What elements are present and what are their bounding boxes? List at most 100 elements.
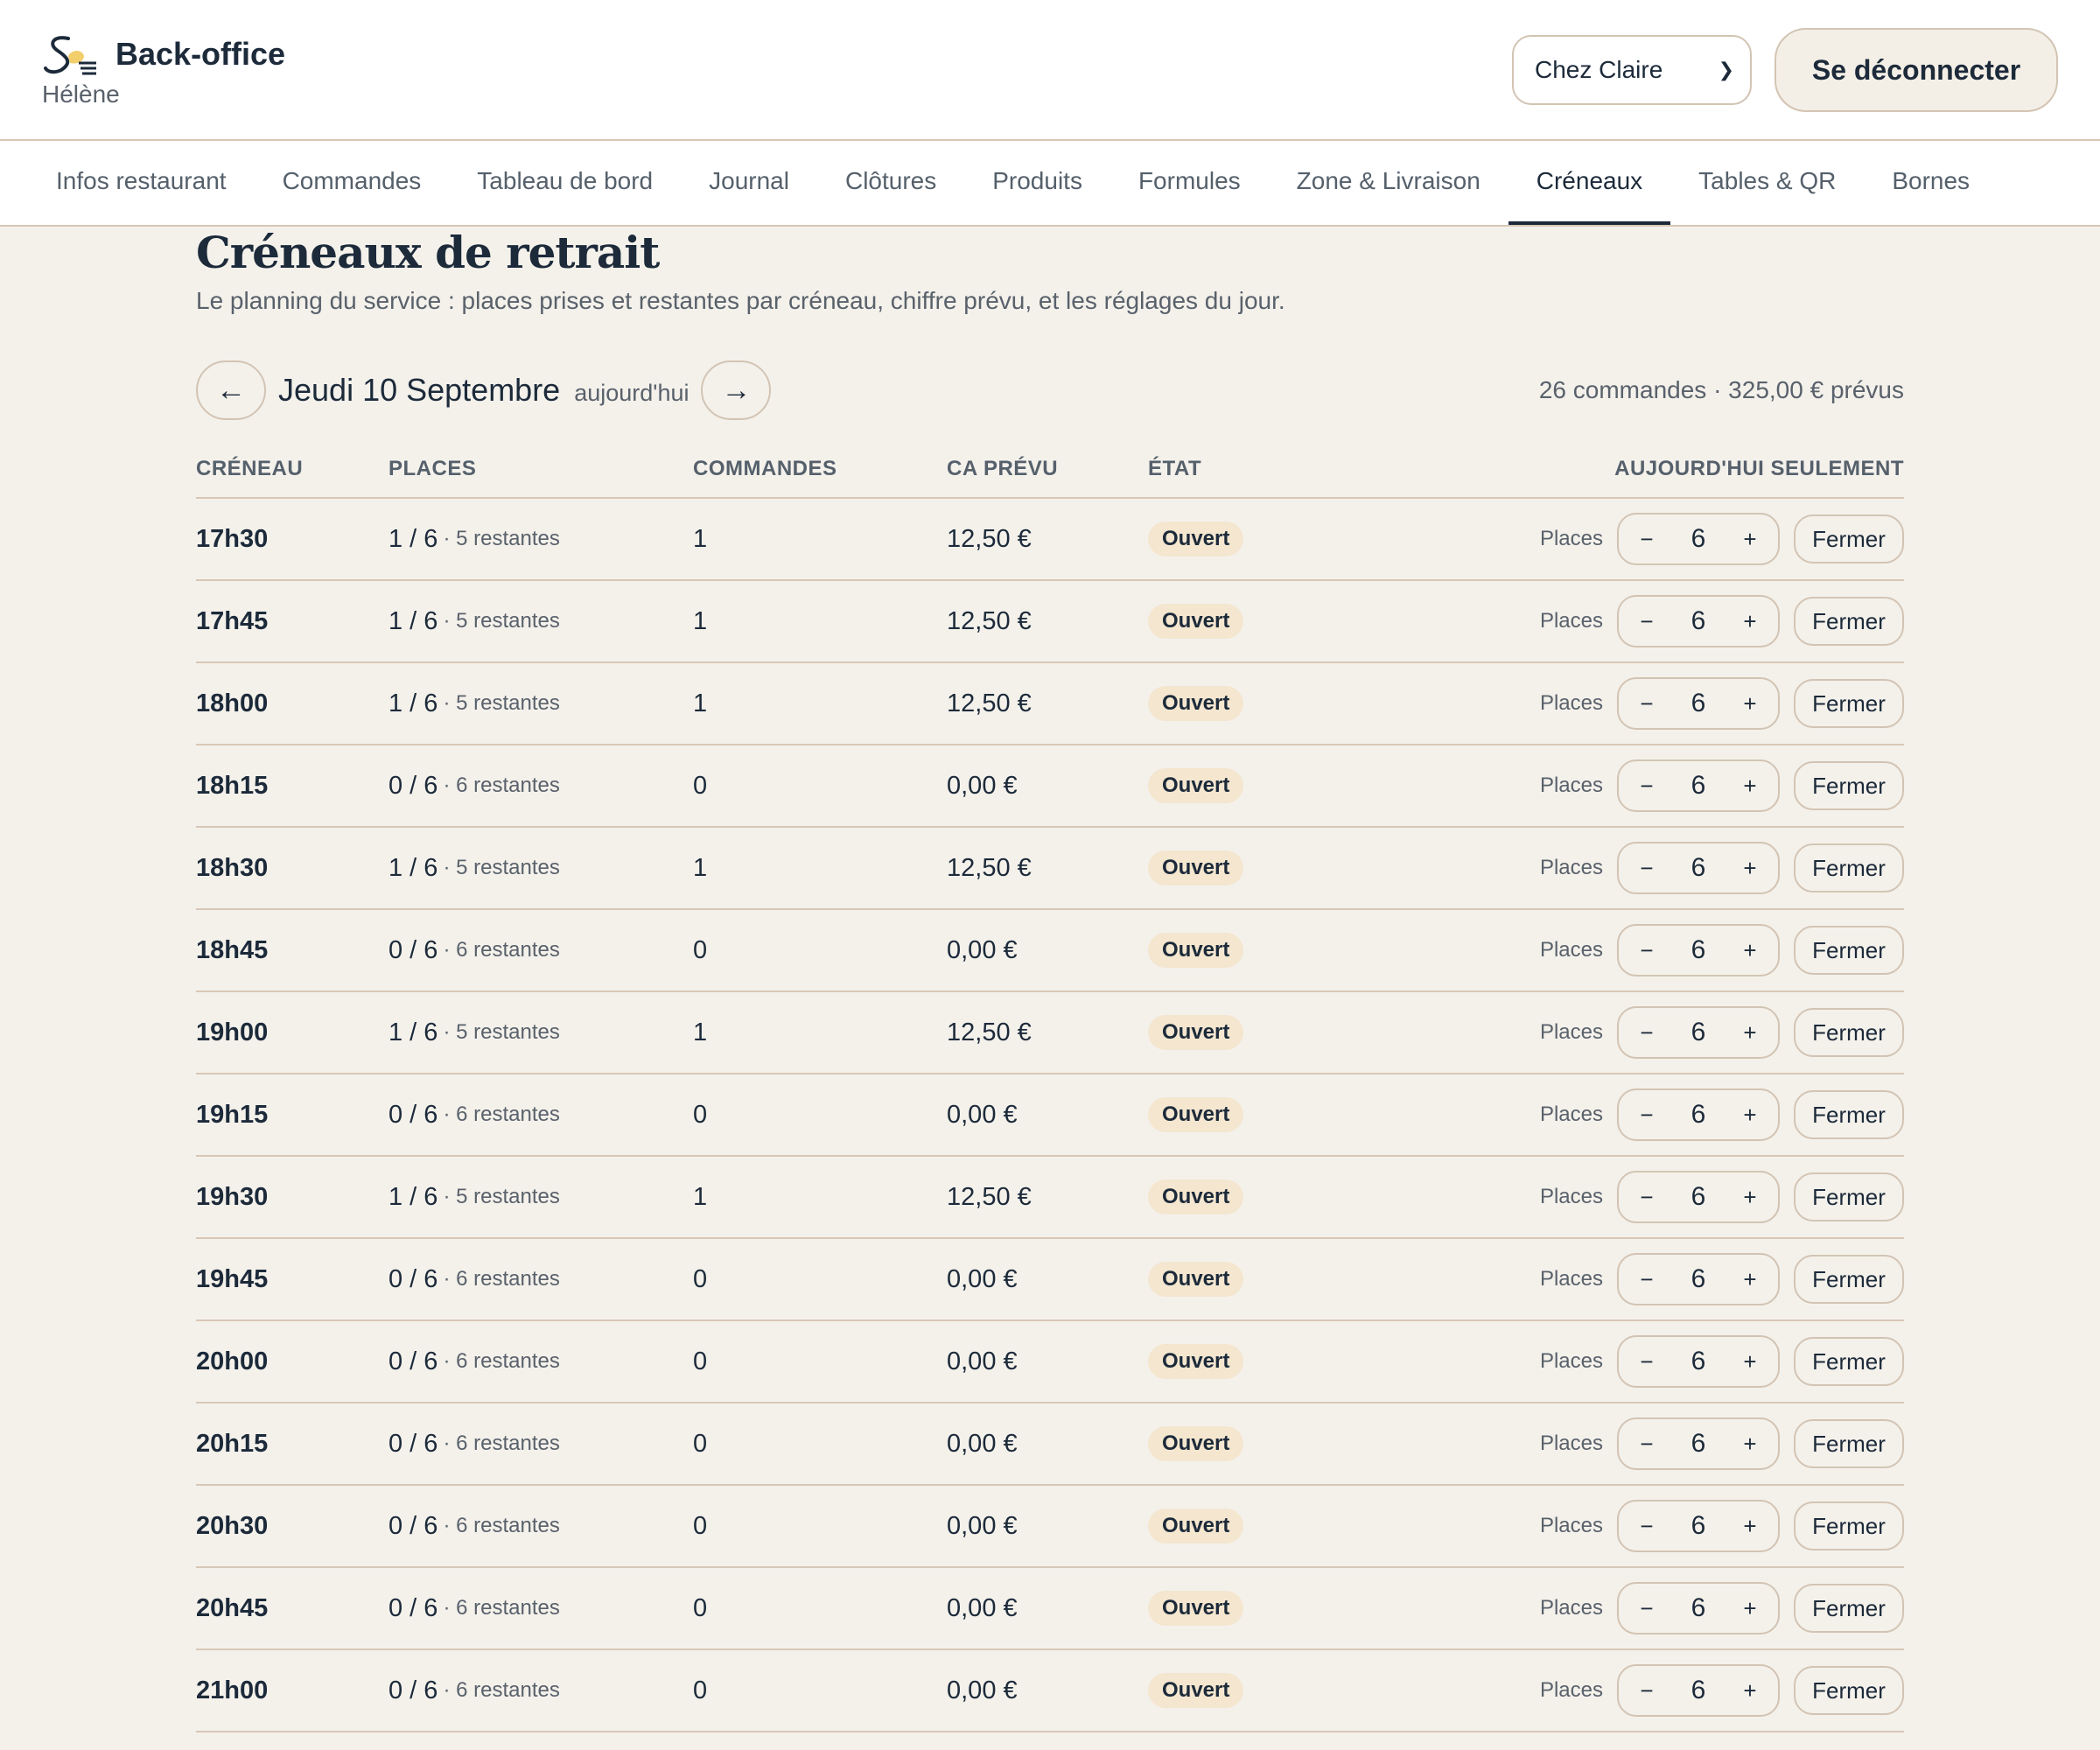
capacity-value[interactable]: 6: [1691, 1018, 1706, 1047]
tab-tableau-de-bord[interactable]: Tableau de bord: [449, 141, 681, 225]
places-label: Places: [1539, 1020, 1603, 1044]
close-slot-button[interactable]: Fermer: [1794, 844, 1904, 892]
next-day-button[interactable]: →: [701, 360, 772, 420]
capacity-value[interactable]: 6: [1691, 853, 1706, 883]
close-slot-button[interactable]: Fermer: [1794, 679, 1904, 728]
capacity-value[interactable]: 6: [1691, 1182, 1706, 1212]
slot-controls: Places − 6 + Fermer: [1540, 663, 1904, 744]
capacity-stepper[interactable]: − 6 +: [1617, 513, 1780, 565]
decrement-button[interactable]: −: [1636, 1102, 1657, 1129]
table-row: 20h15 0 / 6 · 6 restantes 0 0,00 € Ouver…: [196, 1404, 1904, 1486]
tab-journal[interactable]: Journal: [681, 141, 817, 225]
decrement-button[interactable]: −: [1636, 1513, 1657, 1540]
increment-button[interactable]: +: [1740, 608, 1760, 635]
capacity-stepper[interactable]: − 6 +: [1617, 1582, 1780, 1634]
capacity-value[interactable]: 6: [1691, 1264, 1706, 1294]
places-label: Places: [1539, 774, 1603, 797]
restaurant-select[interactable]: Chez Claire ❯: [1512, 35, 1752, 105]
capacity-stepper[interactable]: − 6 +: [1617, 1500, 1780, 1552]
capacity-stepper[interactable]: − 6 +: [1617, 677, 1780, 730]
decrement-button[interactable]: −: [1636, 526, 1657, 553]
increment-button[interactable]: +: [1740, 1184, 1760, 1211]
decrement-button[interactable]: −: [1636, 1595, 1657, 1622]
capacity-stepper[interactable]: − 6 +: [1617, 1335, 1780, 1388]
increment-button[interactable]: +: [1740, 855, 1760, 882]
previous-day-button[interactable]: ←: [196, 360, 266, 420]
increment-button[interactable]: +: [1740, 1595, 1760, 1622]
close-slot-button[interactable]: Fermer: [1794, 1666, 1904, 1715]
close-slot-button[interactable]: Fermer: [1794, 1337, 1904, 1386]
top-bar: Back-office Hélène Chez Claire ❯ Se déco…: [0, 0, 2100, 141]
decrement-button[interactable]: −: [1636, 1431, 1657, 1458]
tab-infos-restaurant[interactable]: Infos restaurant: [28, 141, 255, 225]
capacity-value[interactable]: 6: [1691, 1511, 1706, 1541]
capacity-value[interactable]: 6: [1691, 1100, 1706, 1130]
close-slot-button[interactable]: Fermer: [1794, 1090, 1904, 1139]
tab-zone-livraison[interactable]: Zone & Livraison: [1269, 141, 1508, 225]
close-slot-button[interactable]: Fermer: [1794, 1584, 1904, 1633]
logout-button[interactable]: Se déconnecter: [1774, 28, 2058, 112]
capacity-stepper[interactable]: − 6 +: [1617, 760, 1780, 812]
capacity-value[interactable]: 6: [1691, 1429, 1706, 1459]
capacity-stepper[interactable]: − 6 +: [1617, 1088, 1780, 1141]
decrement-button[interactable]: −: [1636, 1019, 1657, 1046]
increment-button[interactable]: +: [1740, 1513, 1760, 1540]
capacity-stepper[interactable]: − 6 +: [1617, 1253, 1780, 1306]
capacity-stepper[interactable]: − 6 +: [1617, 842, 1780, 894]
tab-produits[interactable]: Produits: [964, 141, 1110, 225]
capacity-value[interactable]: 6: [1691, 1676, 1706, 1705]
capacity-value[interactable]: 6: [1691, 1347, 1706, 1376]
close-slot-button[interactable]: Fermer: [1794, 1255, 1904, 1304]
increment-button[interactable]: +: [1740, 690, 1760, 718]
capacity-stepper[interactable]: − 6 +: [1617, 1171, 1780, 1223]
decrement-button[interactable]: −: [1636, 1677, 1657, 1704]
decrement-button[interactable]: −: [1636, 855, 1657, 882]
decrement-button[interactable]: −: [1636, 1184, 1657, 1211]
increment-button[interactable]: +: [1740, 526, 1760, 553]
increment-button[interactable]: +: [1740, 937, 1760, 964]
capacity-value[interactable]: 6: [1691, 524, 1706, 554]
capacity-value[interactable]: 6: [1691, 935, 1706, 965]
close-slot-button[interactable]: Fermer: [1794, 1172, 1904, 1222]
decrement-button[interactable]: −: [1636, 1266, 1657, 1293]
tab-commandes[interactable]: Commandes: [255, 141, 450, 225]
capacity-value[interactable]: 6: [1691, 606, 1706, 636]
capacity-stepper[interactable]: − 6 +: [1617, 1664, 1780, 1717]
increment-button[interactable]: +: [1740, 773, 1760, 800]
slot-state: Ouvert: [1148, 1404, 1244, 1484]
close-slot-button[interactable]: Fermer: [1794, 1008, 1904, 1057]
increment-button[interactable]: +: [1740, 1431, 1760, 1458]
decrement-button[interactable]: −: [1636, 1348, 1657, 1376]
close-slot-button[interactable]: Fermer: [1794, 1502, 1904, 1550]
tab-creneaux[interactable]: Créneaux: [1508, 141, 1671, 225]
tab-clotures[interactable]: Clôtures: [817, 141, 964, 225]
capacity-value[interactable]: 6: [1691, 1593, 1706, 1623]
table-row: 19h30 1 / 6 · 5 restantes 1 12,50 € Ouve…: [196, 1157, 1904, 1239]
close-slot-button[interactable]: Fermer: [1794, 761, 1904, 810]
tab-bornes[interactable]: Bornes: [1864, 141, 1998, 225]
places-remaining: · 5 restantes: [443, 1020, 560, 1044]
slot-revenue: 0,00 €: [947, 1100, 1018, 1129]
tab-formules[interactable]: Formules: [1110, 141, 1269, 225]
capacity-stepper[interactable]: − 6 +: [1617, 1006, 1780, 1059]
increment-button[interactable]: +: [1740, 1348, 1760, 1376]
decrement-button[interactable]: −: [1636, 937, 1657, 964]
places-taken: 0 / 6: [388, 771, 438, 800]
capacity-stepper[interactable]: − 6 +: [1617, 924, 1780, 976]
capacity-stepper[interactable]: − 6 +: [1617, 595, 1780, 648]
decrement-button[interactable]: −: [1636, 773, 1657, 800]
decrement-button[interactable]: −: [1636, 690, 1657, 718]
increment-button[interactable]: +: [1740, 1677, 1760, 1704]
close-slot-button[interactable]: Fermer: [1794, 597, 1904, 646]
increment-button[interactable]: +: [1740, 1102, 1760, 1129]
close-slot-button[interactable]: Fermer: [1794, 514, 1904, 564]
increment-button[interactable]: +: [1740, 1266, 1760, 1293]
capacity-stepper[interactable]: − 6 +: [1617, 1418, 1780, 1470]
close-slot-button[interactable]: Fermer: [1794, 926, 1904, 975]
tab-tables-qr[interactable]: Tables & QR: [1670, 141, 1864, 225]
increment-button[interactable]: +: [1740, 1019, 1760, 1046]
close-slot-button[interactable]: Fermer: [1794, 1419, 1904, 1468]
capacity-value[interactable]: 6: [1691, 689, 1706, 718]
capacity-value[interactable]: 6: [1691, 771, 1706, 801]
decrement-button[interactable]: −: [1636, 608, 1657, 635]
